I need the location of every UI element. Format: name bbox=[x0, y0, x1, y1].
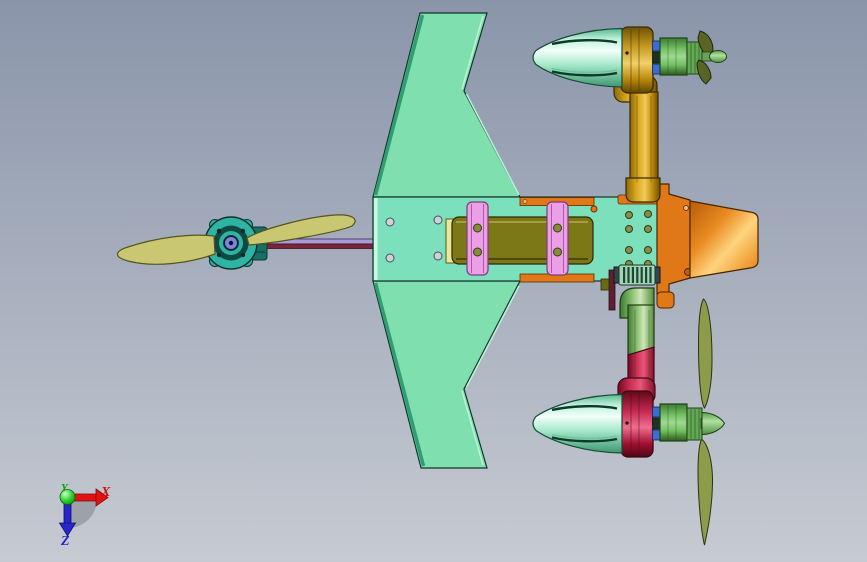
strap-screw bbox=[553, 223, 562, 233]
motor-band-dark bbox=[652, 51, 661, 64]
ring-pin bbox=[625, 421, 629, 425]
rear-prop-blade-upper[interactable] bbox=[697, 298, 713, 409]
cad-viewport[interactable]: Y X Z bbox=[0, 0, 867, 562]
top-boom[interactable] bbox=[613, 75, 661, 203]
strap-screw bbox=[553, 247, 562, 257]
battery-strap-front[interactable] bbox=[466, 201, 489, 276]
origin-sphere[interactable] bbox=[59, 489, 76, 505]
boom-bracket-bottom[interactable] bbox=[656, 291, 675, 309]
top-prop-blade-b[interactable] bbox=[696, 59, 712, 85]
prop-hub-dot bbox=[228, 240, 234, 246]
motor-band-blue bbox=[652, 40, 661, 52]
strap-screw bbox=[473, 223, 482, 233]
bottom-nacelle[interactable] bbox=[532, 390, 726, 458]
bottom-spinner-cone[interactable] bbox=[532, 393, 623, 454]
motor-band-dark bbox=[652, 417, 661, 430]
bottom-motor-cap[interactable] bbox=[686, 407, 703, 441]
motor-band-blue bbox=[652, 406, 661, 418]
top-nacelle[interactable] bbox=[532, 26, 727, 94]
ring-pin bbox=[625, 51, 629, 55]
plate-left-edge-highlight bbox=[374, 198, 378, 280]
rail-rivet bbox=[522, 199, 528, 204]
top-spinner-cone[interactable] bbox=[532, 27, 623, 88]
battery-strap-rear[interactable] bbox=[546, 201, 569, 276]
z-axis-label: Z bbox=[60, 534, 70, 549]
top-mount-ring[interactable] bbox=[620, 26, 654, 94]
motor-band-blue bbox=[652, 429, 661, 441]
tail-cone[interactable] bbox=[689, 200, 759, 279]
servo-horn[interactable] bbox=[600, 278, 610, 291]
motor-band-blue bbox=[652, 63, 661, 75]
bulkhead-hole-top bbox=[683, 205, 689, 211]
wing-top-panel[interactable] bbox=[372, 12, 521, 198]
front-prop-blade-left[interactable] bbox=[116, 234, 216, 265]
bottom-boom-bar[interactable] bbox=[627, 304, 655, 356]
rear-prop-spinner-tip[interactable] bbox=[701, 411, 726, 436]
top-boom-bar[interactable] bbox=[629, 91, 659, 189]
rear-prop-blade-lower[interactable] bbox=[697, 438, 714, 546]
strap-screw bbox=[473, 247, 482, 257]
bottom-boom[interactable] bbox=[617, 287, 656, 405]
top-prop-spinner-tip[interactable] bbox=[709, 50, 727, 63]
top-motor-body[interactable] bbox=[659, 37, 688, 76]
x-axis-label: X bbox=[100, 485, 111, 500]
orientation-triad[interactable]: Y X Z bbox=[58, 482, 112, 549]
top-boom-foot[interactable] bbox=[625, 177, 661, 203]
bulkhead-band[interactable] bbox=[656, 183, 691, 295]
wing-bottom-panel[interactable] bbox=[372, 280, 521, 469]
model-canvas[interactable]: Y X Z bbox=[0, 0, 867, 562]
bottom-motor-body[interactable] bbox=[659, 403, 688, 442]
